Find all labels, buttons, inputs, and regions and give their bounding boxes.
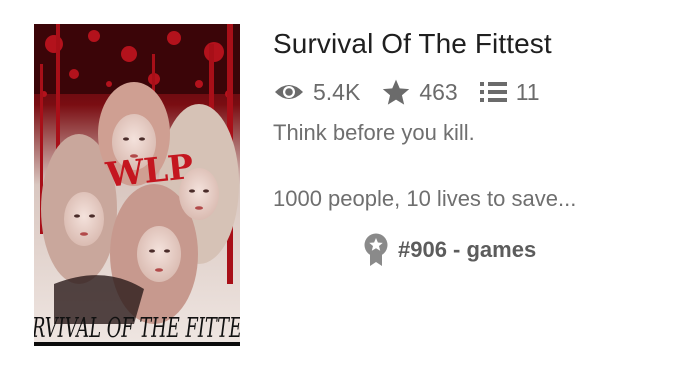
ranking-badge[interactable]: #906 - games xyxy=(363,232,536,268)
story-stats: 5.4K 463 11 xyxy=(274,77,540,107)
ribbon-badge-icon xyxy=(364,233,388,266)
list-icon xyxy=(479,82,507,102)
cover-bottom-border xyxy=(34,342,240,346)
book-cover[interactable]: WLP RVIVAL OF THE FITTE xyxy=(34,24,240,346)
reads-stat: 5.4K xyxy=(274,77,360,107)
story-tagline: Think before you kill. xyxy=(273,120,475,145)
parts-stat: 11 xyxy=(479,77,540,107)
cover-banner-text: RVIVAL OF THE FITTE xyxy=(34,313,240,344)
eye-icon xyxy=(275,85,303,99)
reads-count: 5.4K xyxy=(313,79,361,105)
ranking-text: #906 - games xyxy=(398,237,537,262)
votes-count: 463 xyxy=(419,79,458,105)
star-icon xyxy=(383,79,410,105)
votes-stat: 463 xyxy=(382,77,458,107)
parts-count: 11 xyxy=(515,79,540,105)
cover-artwork: WLP RVIVAL OF THE FITTE xyxy=(34,24,240,346)
story-title[interactable]: Survival Of The Fittest xyxy=(273,28,552,60)
story-card[interactable]: WLP RVIVAL OF THE FITTE Survival Of The … xyxy=(0,0,676,371)
story-description: 1000 people, 10 lives to save... xyxy=(273,186,577,211)
